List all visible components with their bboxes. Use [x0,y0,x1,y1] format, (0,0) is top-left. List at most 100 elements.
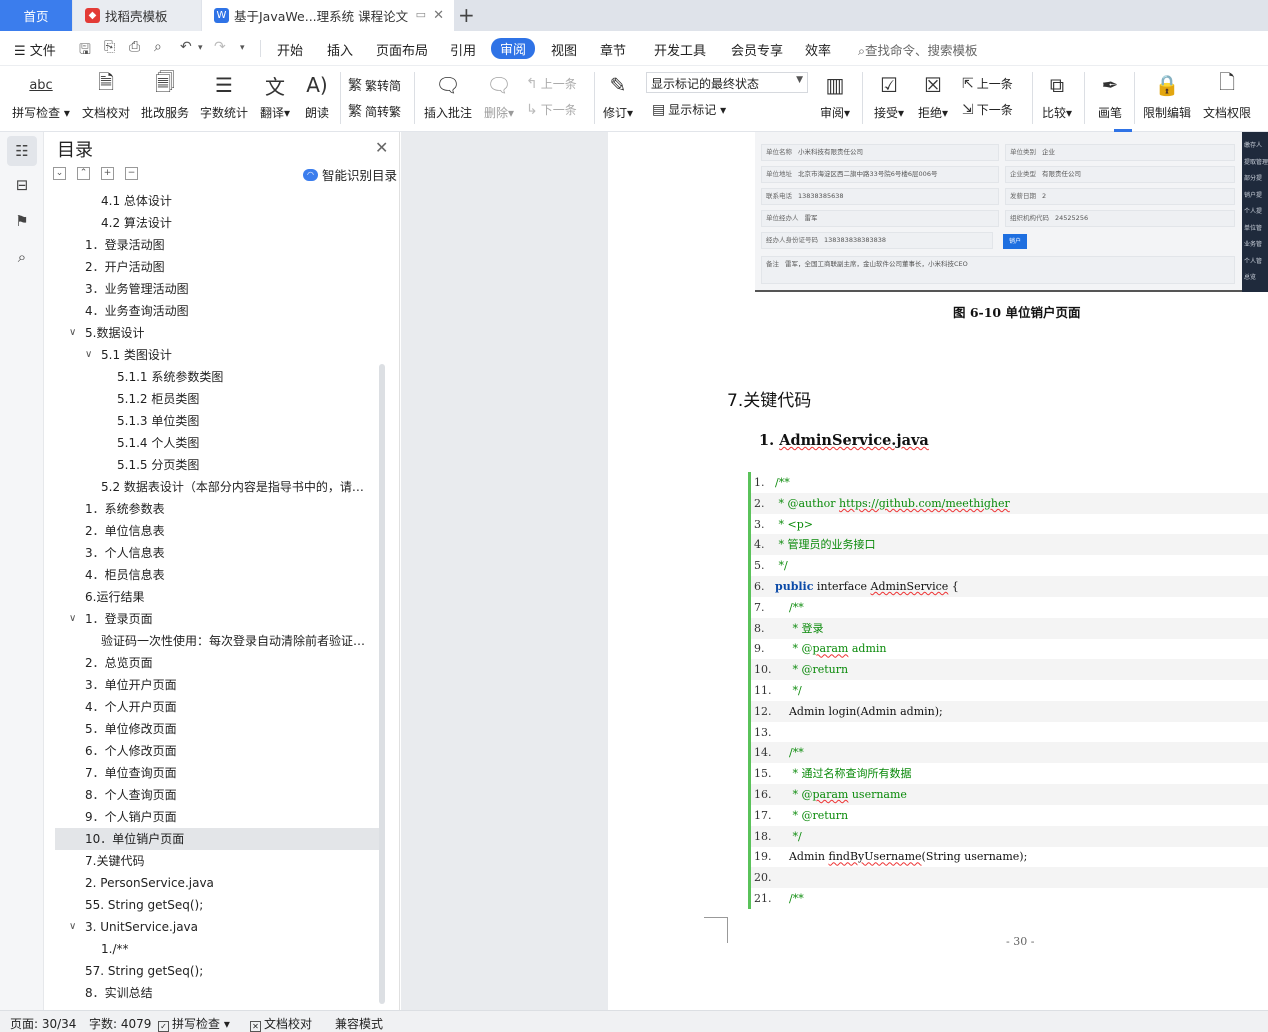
collapse-all-icon[interactable]: ⌄ [53,167,66,180]
export-pdf-icon[interactable]: ⎘ [104,39,115,55]
toc-item[interactable]: 10．单位销户页面 [55,828,379,850]
doc-permission-button[interactable]: 🗋 文档权限 [1200,70,1254,121]
toc-item[interactable]: 5.1.1 系统参数类图 [55,366,379,388]
toc-item[interactable]: 3．单位开户页面 [55,674,379,696]
word-count-button[interactable]: ☰ 字数统计 [198,70,250,121]
file-menu[interactable]: ☰ 文件 [14,40,56,59]
toc-item[interactable]: 5.1.2 柜员类图 [55,388,379,410]
toc-item[interactable]: ∨ 3. UnitService.java [55,916,379,938]
toc-item[interactable]: 1．系统参数表 [55,498,379,520]
restrict-edit-button[interactable]: 🔒 限制编辑 [1140,70,1194,121]
menu-item-insert[interactable]: 插入 [327,40,353,59]
undo-dropdown-icon[interactable]: ▾ [198,43,203,53]
show-markup-button[interactable]: ▤ 显示标记 ▾ [652,101,726,118]
toc-item[interactable]: 7.关键代码 [55,850,379,872]
pen-button[interactable]: ✒ 画笔 [1092,70,1128,121]
command-search[interactable]: ⌕查找命令、搜索模板 [858,40,978,59]
toc-scrollbar[interactable] [379,364,385,1004]
toc-item[interactable]: 4．个人开户页面 [55,696,379,718]
new-tab-button[interactable]: + [458,3,475,27]
print-preview-icon[interactable]: ⌕ [154,39,162,55]
toc-item[interactable]: 3．业务管理活动图 [55,278,379,300]
redo-icon[interactable]: ↷ [214,39,226,55]
toc-item[interactable]: 5.1.4 个人类图 [55,432,379,454]
customize-qat-icon[interactable]: ▾ [240,43,245,53]
print-icon[interactable]: ⎙ [129,39,140,55]
next-change-button[interactable]: ⇲ 下一条 [962,101,1013,118]
status-doc-proof[interactable]: ✕ 文档校对 [250,1015,312,1032]
toc-item[interactable]: 8．个人查询页面 [55,784,379,806]
toc-item[interactable]: 3．个人信息表 [55,542,379,564]
menu-item-page-layout[interactable]: 页面布局 [376,40,428,59]
toc-item[interactable]: 1./** [55,938,379,960]
menu-item-developer[interactable]: 开发工具 [654,40,706,59]
window-monitor-icon[interactable]: ▭ [416,8,426,21]
undo-icon[interactable]: ↶ [180,39,192,55]
toc-item[interactable]: 4．业务查询活动图 [55,300,379,322]
prev-change-button[interactable]: ⇱ 上一条 [962,75,1013,92]
toc-item[interactable]: 5.2 数据表设计（本部分内容是指导书中的，请以实际为准） [55,476,379,498]
simp-to-trad-button[interactable]: 繁简转繁 [348,101,401,121]
compare-button[interactable]: ⧉ 比较▾ [1038,70,1076,121]
toc-item[interactable]: 9．个人销户页面 [55,806,379,828]
toc-item[interactable]: 57. String getSeq(); [55,960,379,982]
toc-item[interactable]: 8．实训总结 [55,982,379,1004]
read-aloud-button[interactable]: A) 朗读 [300,70,334,121]
toc-item[interactable]: 6.运行结果 [55,586,379,608]
add-heading-icon[interactable]: + [101,167,114,180]
toc-item[interactable]: ∨ 1．登录页面 [55,608,379,630]
markup-state-select[interactable]: 显示标记的最终状态 ▼ [646,72,808,93]
toc-item[interactable]: 2．单位信息表 [55,520,379,542]
menu-item-review[interactable]: 审阅 [491,38,536,59]
remove-heading-icon[interactable]: − [125,167,138,180]
toc-item[interactable]: 7．单位查询页面 [55,762,379,784]
toc-item[interactable]: ∨ 5.1 类图设计 [55,344,379,366]
menu-item-start[interactable]: 开始 [277,40,303,59]
close-tab-icon[interactable]: ✕ [433,8,444,23]
toc-item[interactable]: 2．开户活动图 [55,256,379,278]
spell-check-button[interactable]: abc 拼写检查 ▾ [10,70,72,121]
close-icon[interactable]: ✕ [375,138,388,157]
toc-item[interactable]: 5．单位修改页面 [55,718,379,740]
chapter-nav-icon[interactable]: ⊟ [7,170,37,200]
toc-item[interactable]: 6．个人修改页面 [55,740,379,762]
toc-item[interactable]: 1．登录活动图 [55,234,379,256]
toc-item[interactable]: 5.1.5 分页类图 [55,454,379,476]
toc-item[interactable]: 55. String getSeq(); [55,894,379,916]
toc-item[interactable]: ∨ 5.数据设计 [55,322,379,344]
review-pane-button[interactable]: ▥ 审阅▾ [816,70,854,121]
expand-all-icon[interactable]: ⌃ [77,167,90,180]
translate-button[interactable]: 文 翻译▾ [256,70,294,121]
tab-templates[interactable]: ◆ 找稻壳模板 [73,0,201,31]
accept-button[interactable]: ☑ 接受▾ [870,70,908,121]
toc-item[interactable]: 2．总览页面 [55,652,379,674]
batch-service-button[interactable]: 🗐 批改服务 [139,70,191,121]
reject-button[interactable]: ☒ 拒绝▾ [914,70,952,121]
page-indicator[interactable]: 页面: 30/34 [10,1015,76,1032]
toc-panel-icon[interactable]: ☷ [7,136,37,166]
toc-item[interactable]: 4．柜员信息表 [55,564,379,586]
menu-item-view[interactable]: 视图 [551,40,577,59]
find-icon[interactable]: ⌕ [7,242,37,272]
menu-item-member[interactable]: 会员专享 [731,40,783,59]
insert-comment-button[interactable]: 🗨 插入批注 [421,70,475,121]
toc-item[interactable]: 2. PersonService.java [55,872,379,894]
tab-document[interactable]: W 基于JavaWe...理系统 课程论文 ▭ ✕ [202,0,454,31]
trad-to-simp-button[interactable]: 繁繁转简 [348,75,401,95]
bookmark-icon[interactable]: ⚑ [7,206,37,236]
toc-item[interactable]: 5.1.3 单位类图 [55,410,379,432]
expand-caret-icon[interactable]: ∨ [69,916,76,938]
expand-caret-icon[interactable]: ∨ [69,608,76,630]
delete-comment-button[interactable]: 🗨 删除▾ [480,70,518,121]
prev-comment-button[interactable]: ↰ 上一条 [526,75,577,92]
menu-item-efficiency[interactable]: 效率 [805,40,831,59]
toc-item[interactable]: 4.1 总体设计 [55,190,379,212]
doc-proof-button[interactable]: 🗎 文档校对 [80,70,132,121]
next-comment-button[interactable]: ↳ 下一条 [526,101,577,118]
menu-item-references[interactable]: 引用 [450,40,476,59]
revise-button[interactable]: ✎ 修订▾ [600,70,636,121]
menu-item-chapter[interactable]: 章节 [600,40,626,59]
tab-home[interactable]: 首页 [0,0,72,31]
smart-toc-button[interactable]: ◠ 智能识别目录 [303,165,397,184]
toc-item[interactable]: 验证码一次性使用：每次登录自动清除前者验证码，保证安全性 [55,630,379,652]
